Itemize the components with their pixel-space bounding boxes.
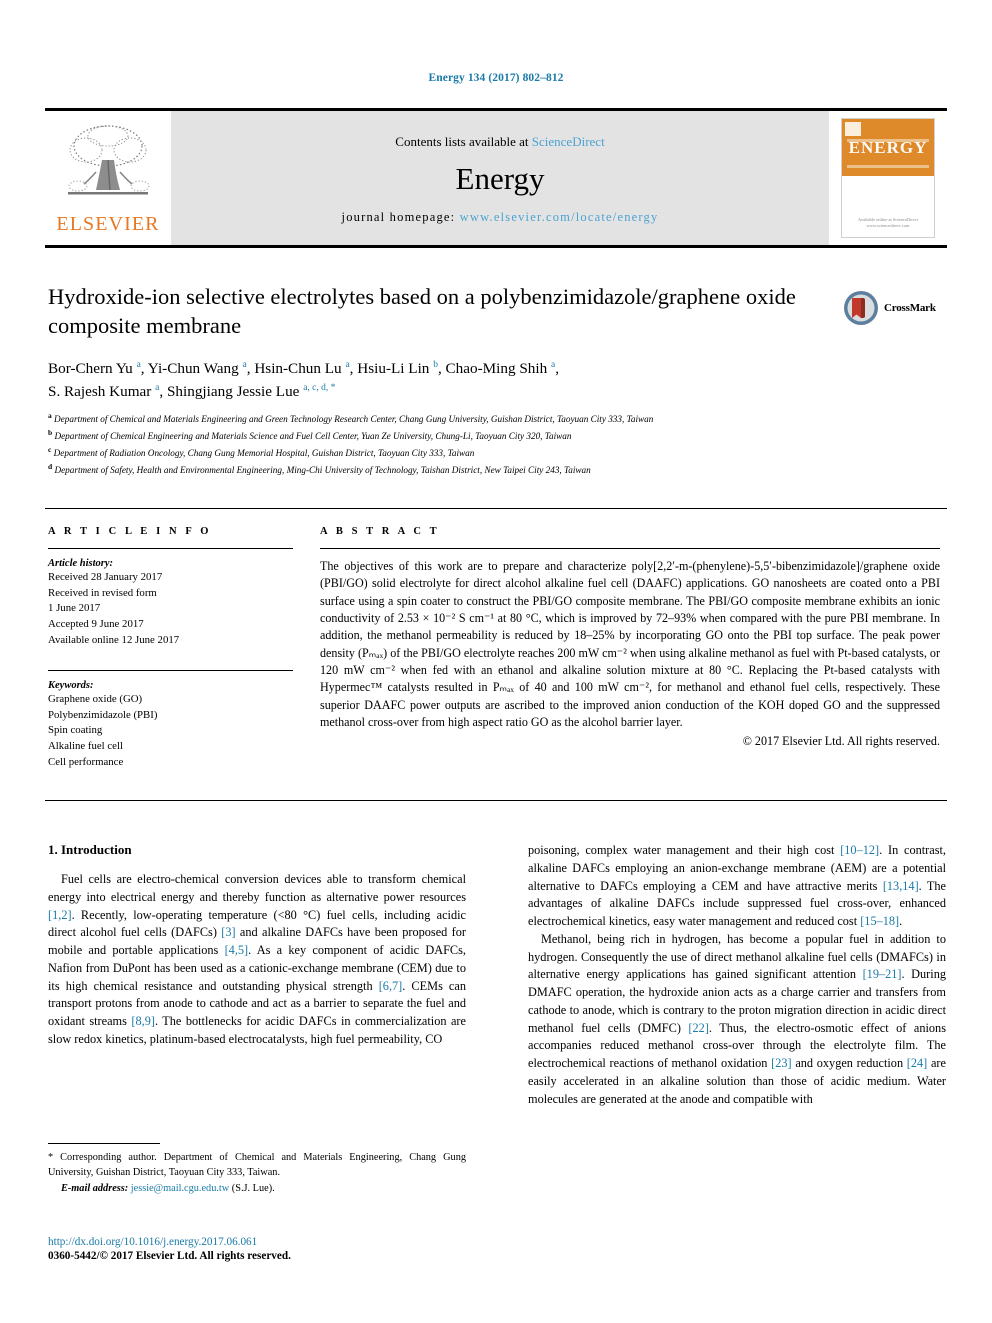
article-info-divider: [48, 548, 293, 549]
footnote-rule: [48, 1143, 160, 1144]
affiliation-a: a Department of Chemical and Materials E…: [48, 411, 654, 425]
title-block: Hydroxide-ion selective electrolytes bas…: [48, 282, 838, 404]
history-revised: Received in revised form: [48, 586, 157, 599]
cover-title: ENERGY: [848, 137, 928, 157]
citation-ref[interactable]: [22]: [688, 1021, 709, 1035]
page-title: Hydroxide-ion selective electrolytes bas…: [48, 284, 796, 339]
homepage-prefix: journal homepage:: [341, 209, 460, 224]
history-received: Received 28 January 2017: [48, 571, 163, 583]
author-line-1: Bor-Chern Yu a, Yi-Chun Wang a, Hsin-Chu…: [48, 359, 560, 377]
body-column-right: poisoning, complex water management and …: [528, 842, 946, 1108]
affiliations-list: a Department of Chemical and Materials E…: [48, 410, 848, 478]
elsevier-wordmark: ELSEVIER: [56, 213, 160, 235]
corresponding-author-note: * Corresponding author. Department of Ch…: [48, 1152, 466, 1178]
author-line-2: S. Rajesh Kumar a, Shingjiang Jessie Lue…: [48, 383, 336, 401]
history-online: Available online 12 June 2017: [48, 633, 180, 646]
keyword-item: Spin coating: [48, 724, 103, 737]
citation-ref[interactable]: [3]: [221, 925, 235, 939]
paragraph: Fuel cells are electro-chemical conversi…: [48, 872, 466, 1046]
keyword-item: Cell performance: [48, 755, 124, 768]
citation-ref[interactable]: [10–12]: [840, 843, 879, 857]
abstract-text: The objectives of this work are to prepa…: [320, 559, 940, 730]
history-accepted: Accepted 9 June 2017: [48, 617, 144, 630]
affiliation-d: d Department of Safety, Health and Envir…: [48, 461, 591, 475]
abstract-copyright: © 2017 Elsevier Ltd. All rights reserved…: [742, 734, 940, 749]
keyword-item: Polybenzimidazole (PBI): [48, 708, 158, 721]
abstract-heading: A B S T R A C T: [320, 526, 440, 537]
elsevier-logo: ELSEVIER: [45, 111, 171, 245]
citation-ref[interactable]: [19–21]: [863, 967, 902, 981]
journal-title: Energy: [455, 160, 545, 196]
issn-copyright: 0360-5442/© 2017 Elsevier Ltd. All right…: [48, 1250, 291, 1262]
article-info-heading: A R T I C L E I N F O: [48, 526, 212, 537]
contents-prefix: Contents lists available at: [395, 133, 532, 149]
crossmark-badge[interactable]: CrossMark: [843, 288, 939, 328]
affiliation-c: c Department of Radiation Oncology, Chan…: [48, 444, 475, 458]
running-head: Energy 134 (2017) 802–812: [428, 72, 564, 84]
email-note: E-mail address: jessie@mail.cgu.edu.tw (…: [48, 1183, 466, 1194]
author-list: Bor-Chern Yu a, Yi-Chun Wang a, Hsin-Chu…: [48, 357, 838, 404]
info-rule-top: [45, 508, 947, 509]
citation-ref[interactable]: [13,14]: [883, 879, 919, 893]
keywords-label: Keywords:: [48, 680, 94, 692]
journal-band: Contents lists available at ScienceDirec…: [171, 111, 829, 245]
citation-ref[interactable]: [23]: [771, 1056, 792, 1070]
keyword-item: Graphene oxide (GO): [48, 693, 143, 706]
abstract-divider: [320, 548, 940, 549]
citation-ref[interactable]: [8,9]: [131, 1014, 155, 1028]
crossmark-label: CrossMark: [884, 302, 936, 314]
crossmark-icon: [844, 291, 878, 325]
abstract-column: A B S T R A C T The objectives of this w…: [320, 526, 940, 749]
elsevier-tree-icon: [56, 120, 160, 212]
email-label: E-mail address:: [61, 1183, 129, 1195]
journal-masthead: ELSEVIER Contents lists available at Sci…: [45, 108, 947, 248]
doi-link[interactable]: http://dx.doi.org/10.1016/j.energy.2017.…: [48, 1236, 548, 1248]
cover-footer-text: Available online at ScienceDirect www.sc…: [857, 216, 919, 229]
keyword-item: Alkaline fuel cell: [48, 740, 123, 753]
paragraph: Methanol, being rich in hydrogen, has be…: [528, 931, 946, 1106]
affiliation-b: b Department of Chemical Engineering and…: [48, 427, 572, 442]
journal-cover-thumbnail: ENERGY Available online at ScienceDirect…: [829, 111, 947, 245]
paragraph: poisoning, complex water management and …: [528, 843, 947, 929]
body-columns: 1. Introduction Fuel cells are electro-c…: [48, 842, 947, 1108]
info-rule-bottom: [45, 800, 947, 801]
paper-page: Energy 134 (2017) 802–812 ELSEVIER Conte…: [0, 0, 992, 1323]
section-heading-introduction: 1. Introduction: [48, 842, 132, 857]
article-info-column: A R T I C L E I N F O Article history: R…: [48, 526, 293, 770]
doi-block: http://dx.doi.org/10.1016/j.energy.2017.…: [48, 1236, 548, 1262]
body-column-left: 1. Introduction Fuel cells are electro-c…: [48, 842, 466, 1108]
homepage-link[interactable]: www.elsevier.com/locate/energy: [460, 210, 659, 224]
citation-ref[interactable]: [4,5]: [225, 943, 249, 957]
history-revised-date: 1 June 2017: [48, 602, 101, 615]
email-link[interactable]: jessie@mail.cgu.edu.tw: [131, 1183, 229, 1194]
article-history-label: Article history:: [48, 558, 114, 569]
contents-available-line: Contents lists available at ScienceDirec…: [395, 134, 604, 150]
keywords-divider: [48, 670, 293, 672]
citation-ref[interactable]: [15–18]: [860, 914, 899, 928]
journal-homepage-line: journal homepage: www.elsevier.com/locat…: [342, 210, 659, 225]
sciencedirect-link[interactable]: ScienceDirect: [532, 134, 605, 149]
citation-ref[interactable]: [24]: [907, 1056, 928, 1070]
citation-ref[interactable]: [6,7]: [379, 979, 403, 993]
footnote-block: * Corresponding author. Department of Ch…: [48, 1143, 466, 1194]
citation-ref[interactable]: [1,2]: [48, 908, 72, 922]
email-owner: (S.J. Lue).: [231, 1183, 275, 1195]
